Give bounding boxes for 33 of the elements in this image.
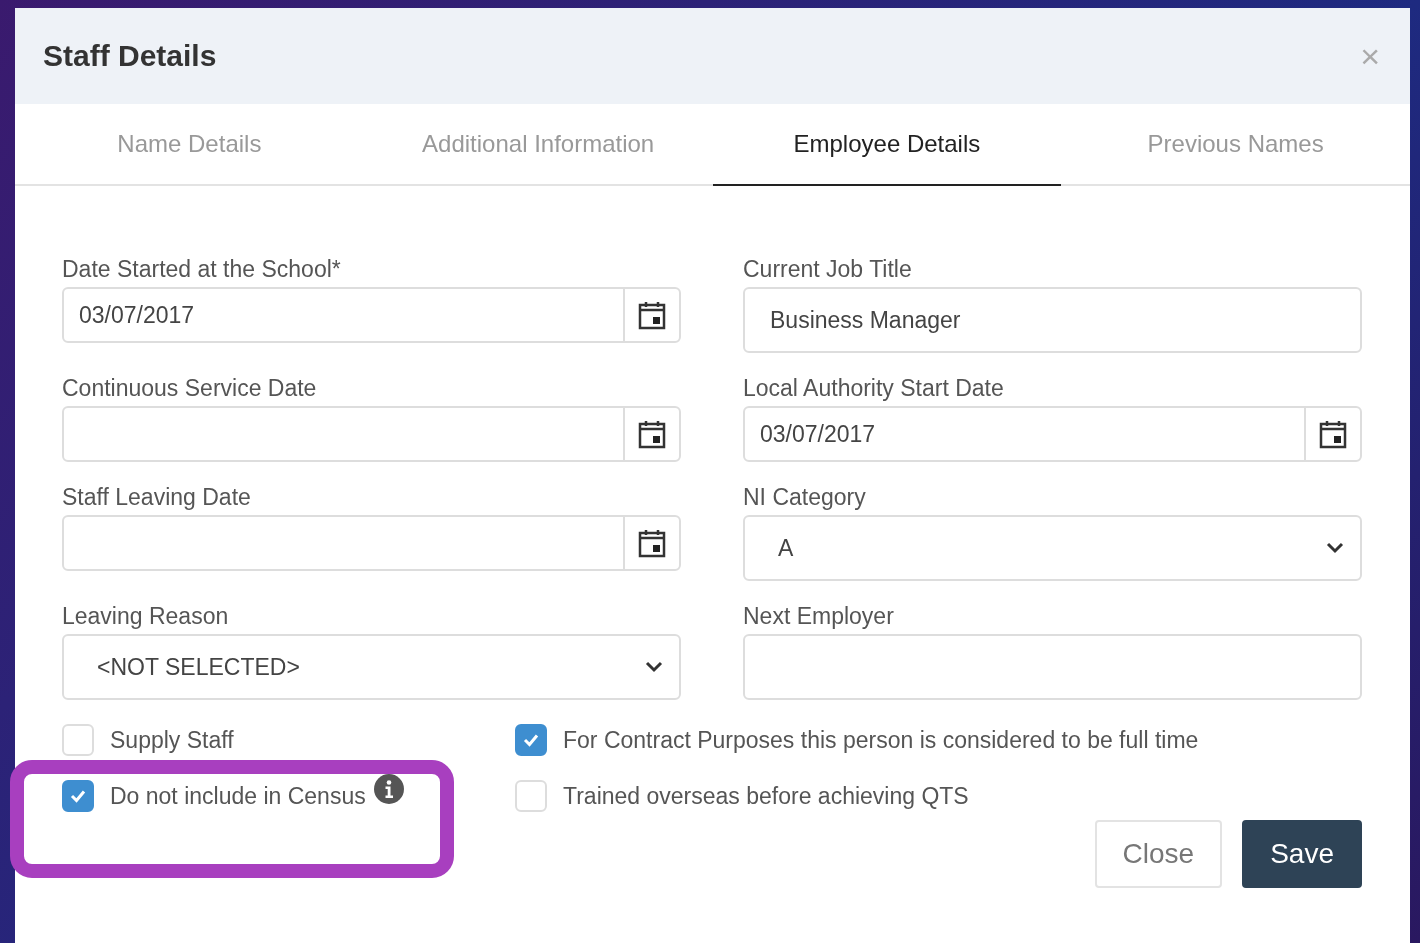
checkbox-label: Do not include in Census <box>110 782 366 810</box>
checkbox-label: For Contract Purposes this person is considered to be full time <box>563 726 1199 754</box>
dropdown[interactable]: A <box>743 515 1362 581</box>
chevron-down-icon <box>645 661 663 673</box>
date-field[interactable] <box>62 515 681 571</box>
field-label: Leaving Reason <box>62 603 230 629</box>
save-button[interactable]: Save <box>1242 820 1362 888</box>
chevron-down-icon <box>1326 542 1344 554</box>
field-label: Next Employer <box>743 603 895 629</box>
field-label: Date Started at the School* <box>62 256 342 282</box>
field-label: Continuous Service Date <box>62 375 318 401</box>
checkbox-label: Trained overseas before achieving QTS <box>563 782 969 810</box>
checkbox[interactable] <box>62 780 94 812</box>
close-button[interactable]: Close <box>1094 820 1223 888</box>
text-field[interactable] <box>743 634 1362 700</box>
field-label: Current Job Title <box>743 256 913 282</box>
calendar-icon <box>638 419 666 449</box>
date-field[interactable]: 03/07/2017 <box>743 406 1362 462</box>
dropdown[interactable]: <NOT SELECTED> <box>62 634 681 700</box>
field-label: Local Authority Start Date <box>743 375 1005 401</box>
date-field[interactable] <box>62 406 681 462</box>
tab[interactable]: Employee Details <box>712 104 1062 186</box>
calendar-icon <box>638 300 666 330</box>
text-field[interactable]: Business Manager <box>743 287 1362 353</box>
calendar-icon <box>638 528 666 558</box>
checkbox-label: Supply Staff <box>110 726 234 754</box>
calendar-icon <box>1319 419 1347 449</box>
field-label: NI Category <box>743 484 867 510</box>
date-field[interactable]: 03/07/2017 <box>62 287 681 343</box>
field-label: Staff Leaving Date <box>62 484 252 510</box>
dialog-title: Staff Details <box>43 39 217 73</box>
checkbox[interactable] <box>515 724 547 756</box>
info-icon[interactable] <box>373 774 404 804</box>
